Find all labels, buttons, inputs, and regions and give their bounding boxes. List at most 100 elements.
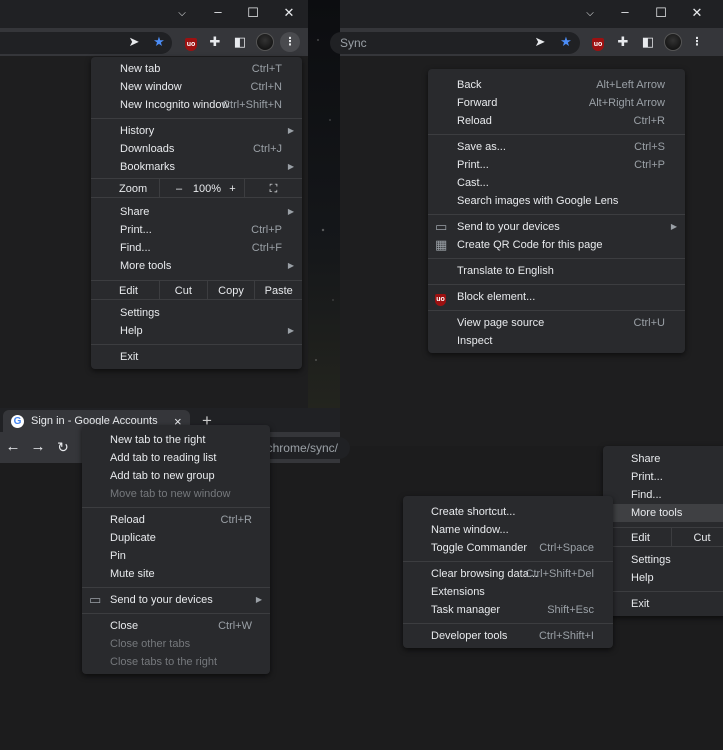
maximize-icon[interactable]: ☐: [245, 6, 261, 20]
menu-item-reload[interactable]: Reload Ctrl+R: [428, 112, 685, 130]
shortcut-label: Shift+Esc: [547, 604, 594, 616]
chevron-down-icon[interactable]: ⌵: [174, 7, 190, 21]
submenu-arrow-icon: ▶: [287, 162, 294, 171]
chevron-down-icon[interactable]: ⌵: [582, 7, 598, 21]
menu-item-add-tab-to-reading-list[interactable]: Add tab to reading list: [82, 449, 270, 467]
menu-item-new-window[interactable]: New window Ctrl+N: [91, 78, 302, 96]
reload-icon[interactable]: ↻: [55, 440, 71, 454]
menu-item-new-incognito-window[interactable]: New Incognito window Ctrl+Shift+N: [91, 96, 302, 114]
avatar[interactable]: [664, 33, 682, 51]
menu-item-more-tools[interactable]: More tools ▶: [91, 257, 302, 275]
minimize-icon[interactable]: –: [210, 5, 226, 19]
menu-item-find[interactable]: Find... Ctrl+F: [91, 239, 302, 257]
side-panel-icon[interactable]: ◧: [232, 35, 248, 49]
ublock-icon[interactable]: uo: [590, 35, 606, 51]
menu-item-toggle-commander[interactable]: Toggle Commander Ctrl+Space: [403, 539, 613, 557]
menu-item-search-images-with-google-lens[interactable]: Search images with Google Lens: [428, 192, 685, 210]
send-icon[interactable]: ➤: [126, 35, 142, 49]
shortcut-label: Ctrl+J: [252, 143, 282, 155]
avatar[interactable]: [256, 33, 274, 51]
omnibox[interactable]: [0, 32, 172, 54]
menu-item-reload[interactable]: Reload Ctrl+R: [82, 511, 270, 529]
menu-item-print[interactable]: Print... Ctrl+P: [428, 156, 685, 174]
menu-item-cast[interactable]: Cast...: [428, 174, 685, 192]
cut-button[interactable]: Cut: [160, 281, 208, 299]
menu-separator: [428, 210, 685, 218]
zoom-in-button[interactable]: +: [225, 179, 245, 197]
menu-item-label: Settings: [120, 307, 160, 319]
back-icon[interactable]: ←: [5, 439, 21, 454]
menu-item-save-as[interactable]: Save as... Ctrl+S: [428, 138, 685, 156]
menu-item-send-to-your-devices[interactable]: ▭ Send to your devices ▶: [428, 218, 685, 236]
menu-item-help[interactable]: Help: [603, 569, 723, 587]
menu-item-name-window[interactable]: Name window...: [403, 521, 613, 539]
maximize-icon[interactable]: ☐: [653, 6, 669, 20]
close-icon[interactable]: ✕: [689, 6, 705, 20]
menu-item-more-tools[interactable]: More tools: [603, 504, 723, 522]
menu-item-exit[interactable]: Exit: [91, 348, 302, 366]
menu-item-label: Create QR Code for this page: [457, 239, 603, 251]
menu-item-exit[interactable]: Exit: [603, 595, 723, 613]
cut-button[interactable]: Cut: [672, 528, 723, 546]
menu-item-inspect[interactable]: Inspect: [428, 332, 685, 350]
star-icon[interactable]: ★: [151, 35, 167, 49]
menu-item-duplicate[interactable]: Duplicate: [82, 529, 270, 547]
kebab-menu-icon[interactable]: ⋮: [280, 32, 300, 52]
shortcut-label: Ctrl+F: [251, 242, 282, 254]
menu-item-developer-tools[interactable]: Developer tools Ctrl+Shift+I: [403, 627, 613, 645]
copy-button[interactable]: Copy: [208, 281, 256, 299]
menu-item-create-shortcut[interactable]: Create shortcut...: [403, 503, 613, 521]
menu-item-settings[interactable]: Settings: [91, 304, 302, 322]
menu-item-label: Find...: [120, 242, 151, 254]
menu-item-pin[interactable]: Pin: [82, 547, 270, 565]
zoom-row: Zoom –100% + ⛶: [91, 178, 302, 198]
paste-button[interactable]: Paste: [255, 281, 302, 299]
menu-item-translate-to-english[interactable]: Translate to English: [428, 262, 685, 280]
menu-item-close[interactable]: Close Ctrl+W: [82, 617, 270, 635]
menu-item-settings[interactable]: Settings: [603, 551, 723, 569]
menu-item-new-tab-to-the-right[interactable]: New tab to the right: [82, 431, 270, 449]
side-panel-icon[interactable]: ◧: [640, 35, 656, 49]
star-icon[interactable]: ★: [558, 35, 574, 49]
menu-item-move-tab-to-new-window[interactable]: Move tab to new window: [82, 485, 270, 503]
menu-item-bookmarks[interactable]: Bookmarks ▶: [91, 158, 302, 176]
menu-item-history[interactable]: History ▶: [91, 122, 302, 140]
menu-item-send-to-your-devices[interactable]: ▭ Send to your devices ▶: [82, 591, 270, 609]
menu-item-create-qr-code-for-this-page[interactable]: ▦ Create QR Code for this page: [428, 236, 685, 254]
menu-item-share[interactable]: Share ▶: [91, 203, 302, 221]
menu-item-label: Close: [110, 620, 139, 632]
fullscreen-icon[interactable]: ⛶: [245, 179, 302, 197]
submenu-arrow-icon: ▶: [670, 222, 677, 231]
menu-item-close-tabs-to-the-right[interactable]: Close tabs to the right: [82, 653, 270, 671]
menu-item-print[interactable]: Print... Ctrl+P: [91, 221, 302, 239]
menu-item-view-page-source[interactable]: View page source Ctrl+U: [428, 314, 685, 332]
menu-item-print[interactable]: Print...: [603, 468, 723, 486]
kebab-menu-icon[interactable]: ⋮: [690, 32, 704, 52]
menu-item-add-tab-to-new-group[interactable]: Add tab to new group: [82, 467, 270, 485]
menu-item-label: Pin: [110, 550, 126, 562]
menu-item-extensions[interactable]: Extensions: [403, 583, 613, 601]
extensions-icon[interactable]: ✚: [615, 35, 631, 49]
close-icon[interactable]: ✕: [281, 6, 297, 20]
menu-item-mute-site[interactable]: Mute site: [82, 565, 270, 583]
menu-item-downloads[interactable]: Downloads Ctrl+J: [91, 140, 302, 158]
menu-item-clear-browsing-data[interactable]: Clear browsing data... Ctrl+Shift+Del: [403, 565, 613, 583]
zoom-out-button[interactable]: –: [169, 179, 189, 197]
ublock-icon[interactable]: uo: [183, 35, 199, 51]
menu-item-new-tab[interactable]: New tab Ctrl+T: [91, 60, 302, 78]
forward-icon[interactable]: →: [30, 439, 46, 454]
tab-context-menu: New tab to the right Add tab to reading l…: [82, 425, 270, 674]
menu-item-find[interactable]: Find...: [603, 486, 723, 504]
menu-item-close-other-tabs[interactable]: Close other tabs: [82, 635, 270, 653]
menu-item-share[interactable]: Share: [603, 450, 723, 468]
menu-item-forward[interactable]: Forward Alt+Right Arrow: [428, 94, 685, 112]
submenu-arrow-icon: ▶: [287, 261, 294, 270]
menu-item-block-element[interactable]: uo Block element...: [428, 288, 685, 306]
menu-item-help[interactable]: Help ▶: [91, 322, 302, 340]
minimize-icon[interactable]: –: [617, 5, 633, 19]
menu-item-back[interactable]: Back Alt+Left Arrow: [428, 76, 685, 94]
page-context-menu: Back Alt+Left Arrow Forward Alt+Right Arrow…: [428, 69, 685, 353]
extensions-icon[interactable]: ✚: [207, 35, 223, 49]
send-icon[interactable]: ➤: [532, 35, 548, 49]
menu-item-task-manager[interactable]: Task manager Shift+Esc: [403, 601, 613, 619]
